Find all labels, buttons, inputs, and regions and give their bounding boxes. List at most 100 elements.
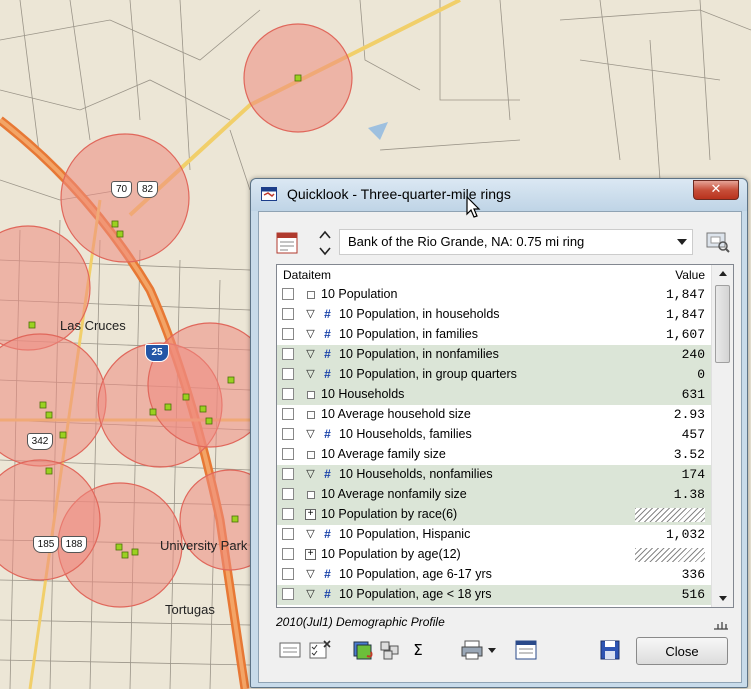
row-checkbox[interactable] — [282, 328, 294, 340]
route-70-shield: 70 — [111, 181, 132, 198]
window-close-button[interactable]: ✕ — [693, 180, 739, 200]
uncheck-all-icon[interactable] — [307, 638, 333, 662]
row-label: 10 Population by age(12) — [321, 547, 461, 561]
table-row[interactable]: ▽ # 10 Population, Hispanic 1,032 — [277, 525, 711, 545]
table-row[interactable]: + 10 Population by race(6) — [277, 505, 711, 525]
column-header-dataitem[interactable]: Dataitem — [283, 268, 331, 282]
count-icon: # — [324, 367, 331, 381]
row-checkbox[interactable] — [282, 388, 294, 400]
export-icon[interactable] — [513, 638, 539, 662]
row-value: 516 — [681, 587, 705, 602]
row-value: 1.38 — [673, 487, 705, 502]
site-selector-value: Bank of the Rio Grande, NA: 0.75 mi ring — [348, 234, 585, 249]
site-selector-dropdown[interactable]: Bank of the Rio Grande, NA: 0.75 mi ring — [339, 229, 693, 255]
print-options-chevron-down-icon[interactable] — [485, 638, 499, 662]
row-label: 10 Households — [321, 387, 405, 401]
grid-header: Dataitem Value — [277, 265, 711, 285]
mouse-cursor-icon — [466, 196, 481, 218]
table-row[interactable]: ▽ # 10 Population, in families 1,607 — [277, 325, 711, 345]
count-icon: # — [324, 587, 331, 601]
save-icon[interactable] — [597, 638, 623, 662]
sum-icon[interactable]: Σ — [405, 638, 431, 662]
table-row[interactable]: 10 Average nonfamily size 1.38 — [277, 485, 711, 505]
data-grid: Dataitem Value 10 Population 1,847 ▽ # 1… — [276, 264, 734, 608]
check-all-icon[interactable] — [277, 638, 303, 662]
row-checkbox[interactable] — [282, 588, 294, 600]
scroll-up-arrow-icon[interactable] — [712, 265, 734, 283]
row-value: 1,607 — [665, 327, 705, 342]
row-value: 631 — [681, 387, 705, 402]
column-header-value[interactable]: Value — [675, 268, 705, 282]
row-label: 10 Population, in nonfamilies — [339, 347, 499, 361]
interstate-25-shield: 25 — [145, 344, 169, 362]
quicklook-window: Quicklook - Three-quarter-mile rings ✕ B… — [250, 178, 748, 688]
table-row[interactable]: + 10 Population by age(12) — [277, 545, 711, 565]
expand-plus-icon[interactable]: + — [305, 509, 316, 520]
expand-triangle-icon[interactable]: ▽ — [304, 467, 317, 481]
row-checkbox[interactable] — [282, 428, 294, 440]
row-label: 10 Households, families — [339, 427, 472, 441]
row-value: 174 — [681, 467, 705, 482]
row-checkbox[interactable] — [282, 368, 294, 380]
row-checkbox[interactable] — [282, 308, 294, 320]
row-checkbox[interactable] — [282, 568, 294, 580]
expand-plus-icon[interactable]: + — [305, 549, 316, 560]
table-row[interactable]: ▽ # 10 Population, age 6-17 yrs 336 — [277, 565, 711, 585]
expand-triangle-icon[interactable]: ▽ — [304, 587, 317, 601]
row-checkbox[interactable] — [282, 488, 294, 500]
table-row[interactable]: 10 Population 1,847 — [277, 285, 711, 305]
row-label: 10 Population, in households — [339, 307, 500, 321]
row-checkbox[interactable] — [282, 408, 294, 420]
row-checkbox[interactable] — [282, 348, 294, 360]
up-down-arrows-icon[interactable] — [318, 228, 332, 258]
row-value: 336 — [681, 567, 705, 582]
expand-items-icon[interactable] — [377, 638, 403, 662]
row-value: 240 — [681, 347, 705, 362]
row-checkbox[interactable] — [282, 548, 294, 560]
layers-icon[interactable] — [351, 638, 377, 662]
hatched-placeholder — [635, 548, 705, 562]
row-value: 0 — [697, 367, 705, 382]
report-icon[interactable] — [274, 230, 300, 256]
table-row[interactable]: ▽ # 10 Population, in nonfamilies 240 — [277, 345, 711, 365]
row-label: 10 Average nonfamily size — [321, 487, 467, 501]
table-row[interactable]: ▽ # 10 Households, families 457 — [277, 425, 711, 445]
resize-grip-icon[interactable] — [712, 617, 730, 631]
row-label: 10 Population by race(6) — [321, 507, 458, 521]
expand-triangle-icon[interactable]: ▽ — [304, 427, 317, 441]
close-icon: ✕ — [710, 182, 722, 197]
print-icon[interactable] — [459, 638, 485, 662]
scroll-down-arrow-icon[interactable] — [712, 589, 734, 607]
route-185-shield: 185 — [33, 536, 59, 553]
route-188-shield: 188 — [61, 536, 87, 553]
table-row[interactable]: 10 Households 631 — [277, 385, 711, 405]
table-row[interactable]: ▽ # 10 Population, in households 1,847 — [277, 305, 711, 325]
scrollbar-thumb[interactable] — [715, 285, 730, 363]
table-row[interactable]: ▽ # 10 Households, nonfamilies 174 — [277, 465, 711, 485]
table-row[interactable]: ▽ # 10 Population, in group quarters 0 — [277, 365, 711, 385]
row-checkbox[interactable] — [282, 468, 294, 480]
title-bar[interactable]: Quicklook - Three-quarter-mile rings ✕ — [251, 179, 747, 211]
app-icon — [261, 187, 277, 201]
row-checkbox[interactable] — [282, 508, 294, 520]
row-label: 10 Population, Hispanic — [339, 527, 471, 541]
table-row[interactable]: 10 Average family size 3.52 — [277, 445, 711, 465]
table-row[interactable]: ▽ # 10 Population, age < 18 yrs 516 — [277, 585, 711, 605]
vertical-scrollbar[interactable] — [711, 265, 734, 607]
item-marker-icon — [307, 451, 315, 459]
count-icon: # — [324, 427, 331, 441]
expand-triangle-icon[interactable]: ▽ — [304, 307, 317, 321]
expand-triangle-icon[interactable]: ▽ — [304, 327, 317, 341]
row-checkbox[interactable] — [282, 288, 294, 300]
zoom-to-site-icon[interactable] — [705, 230, 731, 254]
table-row[interactable]: 10 Average household size 2.93 — [277, 405, 711, 425]
row-checkbox[interactable] — [282, 528, 294, 540]
expand-triangle-icon[interactable]: ▽ — [304, 527, 317, 541]
expand-triangle-icon[interactable]: ▽ — [304, 567, 317, 581]
row-checkbox[interactable] — [282, 448, 294, 460]
expand-triangle-icon[interactable]: ▽ — [304, 367, 317, 381]
close-button[interactable]: Close — [636, 637, 728, 665]
row-value: 1,032 — [665, 527, 705, 542]
count-icon: # — [324, 327, 331, 341]
expand-triangle-icon[interactable]: ▽ — [304, 347, 317, 361]
